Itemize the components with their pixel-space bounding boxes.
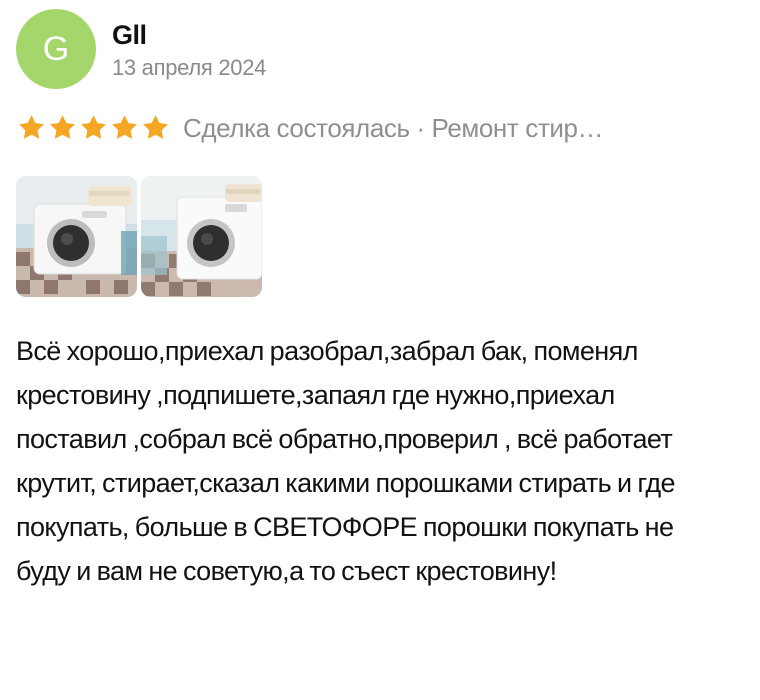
deal-status-text[interactable]: Сделка состоялась · Ремонт стир…: [183, 113, 604, 144]
author-name[interactable]: Gll: [112, 18, 266, 52]
avatar-initial: G: [42, 29, 70, 68]
star-icon: [50, 115, 75, 139]
washing-machine-image: [16, 176, 137, 297]
author-block: Gll 13 апреля 2024: [112, 16, 266, 82]
washing-machine-photo-2[interactable]: [141, 176, 262, 297]
review-date: 13 апреля 2024: [112, 55, 267, 80]
star-icon: [81, 115, 106, 139]
washing-machine-image: [141, 176, 262, 297]
star-icon: [19, 115, 44, 139]
review-card: G Gll 13 апреля 2024 Сделка состоялась ·…: [0, 0, 760, 700]
review-meta: Сделка состоялась · Ремонт стир…: [16, 108, 744, 148]
review-photos: [16, 176, 744, 297]
star-icon: [112, 115, 137, 139]
avatar[interactable]: G: [16, 9, 96, 89]
review-header: G Gll 13 апреля 2024: [16, 8, 744, 90]
review-text: Всё хорошо,приехал разобрал,забрал бак, …: [16, 336, 676, 586]
washing-machine-photo-1[interactable]: [16, 176, 137, 297]
star-icon: [143, 115, 168, 139]
rating-stars: [16, 113, 171, 143]
